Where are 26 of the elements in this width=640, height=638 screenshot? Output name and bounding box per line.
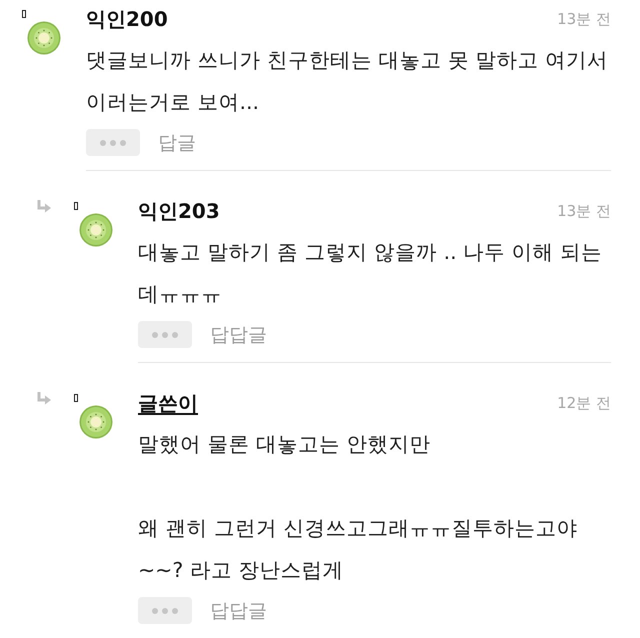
small-rectangle-icon xyxy=(74,394,78,402)
comment-text: 말했어 물론 대놓고는 안했지만 왜 괜히 그런거 신경쓰고그래ㅠㅠ질투하는고야~~? 라고 장난스럽게 xyxy=(138,431,579,584)
reply-link[interactable]: 답글 xyxy=(158,130,196,154)
reply-arrow-icon xyxy=(37,200,51,213)
small-rectangle-icon xyxy=(74,202,78,210)
timestamp: 12분 전 xyxy=(557,393,611,413)
reply-link[interactable]: 답답글 xyxy=(210,322,267,346)
comment-text: 댓글보니까 쓰니가 친구한테는 대놓고 못 말하고 여기서 이러는거로 보여... xyxy=(86,47,610,116)
kiwi-avatar-icon xyxy=(27,21,61,55)
kiwi-avatar-icon xyxy=(79,213,113,247)
kiwi-avatar-icon xyxy=(79,405,113,439)
dots-icon xyxy=(152,332,178,338)
more-button[interactable] xyxy=(86,129,140,156)
author-name: 글쓴이 xyxy=(138,391,198,415)
timestamp: 13분 전 xyxy=(557,9,611,29)
comment-text: 대놓고 말하기 좀 그렇지 않을까 .. 나두 이해 되는데ㅠㅠㅠ xyxy=(138,239,604,308)
reply-link[interactable]: 답답글 xyxy=(210,598,267,622)
author-name: 익인200 xyxy=(86,7,168,31)
timestamp: 13분 전 xyxy=(557,201,611,221)
reply-arrow-icon xyxy=(37,392,51,405)
dots-icon xyxy=(100,140,126,146)
small-rectangle-icon xyxy=(22,10,26,18)
dots-icon xyxy=(152,608,178,614)
author-name: 익인203 xyxy=(138,199,220,223)
more-button[interactable] xyxy=(138,597,192,624)
more-button[interactable] xyxy=(138,321,192,348)
